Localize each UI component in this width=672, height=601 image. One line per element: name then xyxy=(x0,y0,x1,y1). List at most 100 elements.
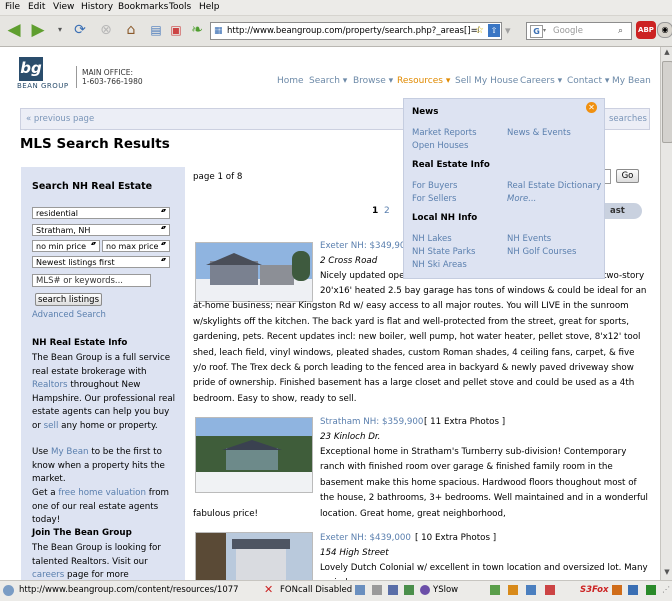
nh-lakes-link[interactable]: NH Lakes xyxy=(412,234,452,244)
stop-icon[interactable]: ⊗ xyxy=(96,20,116,40)
min-price-select[interactable]: no min price xyxy=(32,240,100,252)
url-dropdown-icon[interactable]: ▾ xyxy=(505,24,511,37)
nav-careers[interactable]: Careers ▾ xyxy=(520,76,562,86)
addon-7-icon[interactable] xyxy=(526,585,536,595)
s3fox-status[interactable]: S3Fox xyxy=(580,585,609,595)
saved-searches-link[interactable]: searches xyxy=(609,114,647,124)
addon-9-icon[interactable] xyxy=(612,585,622,595)
url-bar[interactable]: ▦ http://www.beangroup.com/property/sear… xyxy=(210,22,502,40)
last-page-button[interactable]: ast xyxy=(602,203,642,219)
yslow-icon[interactable] xyxy=(420,585,430,595)
addon-1-icon[interactable] xyxy=(355,585,365,595)
addon-10-icon[interactable] xyxy=(628,585,638,595)
for-buyers-link[interactable]: For Buyers xyxy=(412,181,457,191)
addon-8-icon[interactable] xyxy=(545,585,555,595)
town-select[interactable]: Stratham, NH xyxy=(32,224,170,236)
search-magnifier-icon[interactable]: ⌕ xyxy=(618,23,623,39)
listing-3-location-price[interactable]: Exeter NH: $439,000 xyxy=(320,533,411,543)
search-engine-box[interactable]: G ▾ Google ⌕ xyxy=(526,22,632,40)
listing-2-location-price[interactable]: Stratham NH: $359,900 xyxy=(320,417,423,427)
menu-tools[interactable]: Tools xyxy=(169,2,191,12)
go-arrow-icon[interactable]: ⇧ xyxy=(488,24,500,37)
real-estate-dictionary-link[interactable]: Real Estate Dictionary xyxy=(507,181,601,191)
page-2-link[interactable]: 2 xyxy=(384,206,390,216)
for-sellers-link[interactable]: For Sellers xyxy=(412,194,456,204)
google-icon[interactable]: G xyxy=(530,25,543,38)
menu-bookmarks[interactable]: Bookmarks xyxy=(118,2,168,12)
addon-3-icon[interactable] xyxy=(388,585,398,595)
nav-home[interactable]: Home xyxy=(277,76,304,86)
menu-view[interactable]: View xyxy=(53,2,74,12)
foncall-status[interactable]: FONcall Disabled xyxy=(280,585,352,595)
addon-5-icon[interactable] xyxy=(490,585,500,595)
advanced-search-link[interactable]: Advanced Search xyxy=(32,310,106,320)
close-icon[interactable]: ✕ xyxy=(586,102,597,113)
back-icon[interactable]: ◀ xyxy=(4,20,24,40)
search-engine-placeholder[interactable]: Google xyxy=(553,23,583,39)
addon-4-icon[interactable] xyxy=(404,585,414,595)
history-dropdown-icon[interactable]: ▾ xyxy=(50,20,70,40)
yslow-status[interactable]: YSlow xyxy=(433,585,458,595)
max-price-select[interactable]: no max price xyxy=(102,240,170,252)
adblock-icon[interactable]: ABP xyxy=(636,21,656,39)
nh-real-estate-info-title: NH Real Estate Info xyxy=(32,338,128,348)
scroll-up-icon[interactable]: ▲ xyxy=(662,48,672,58)
nav-browse[interactable]: Browse ▾ xyxy=(353,76,393,86)
listing-3-photo[interactable] xyxy=(195,532,313,580)
feed-icon[interactable]: ▣ xyxy=(166,20,186,40)
reload-icon[interactable]: ⟳ xyxy=(70,20,90,40)
listing-1-location-price[interactable]: Exeter NH: $349,900 xyxy=(320,241,411,251)
search-listings-button[interactable]: search listings xyxy=(35,293,102,306)
previous-page-link[interactable]: « previous page xyxy=(26,114,94,124)
sell-link[interactable]: sell xyxy=(44,421,59,431)
more-link[interactable]: More... xyxy=(507,194,536,204)
listing-3-address: 154 High Street xyxy=(320,548,389,558)
menu-file[interactable]: File xyxy=(5,2,20,12)
menu-help[interactable]: Help xyxy=(199,2,220,12)
nh-golf-courses-link[interactable]: NH Golf Courses xyxy=(507,247,576,257)
open-houses-link[interactable]: Open Houses xyxy=(412,141,468,151)
scrollbar-thumb[interactable] xyxy=(662,61,672,143)
nav-sell-my-house[interactable]: Sell My House xyxy=(455,76,518,86)
leaf-icon[interactable]: ❧ xyxy=(187,20,207,40)
home-valuation-link[interactable]: free home valuation xyxy=(58,488,146,498)
addon-6-icon[interactable] xyxy=(508,585,518,595)
header-divider xyxy=(76,66,77,88)
listing-2-photo[interactable] xyxy=(195,417,313,493)
market-reports-link[interactable]: Market Reports xyxy=(412,128,477,138)
sort-select[interactable]: Newest listings first xyxy=(32,256,170,268)
addon-2-icon[interactable] xyxy=(372,585,382,595)
menu-history[interactable]: History xyxy=(81,2,113,12)
nav-my-bean[interactable]: My Bean xyxy=(612,76,651,86)
bookmark-page-icon[interactable]: ▤ xyxy=(146,20,166,40)
home-icon[interactable]: ⌂ xyxy=(121,20,141,40)
listing-2-extra-photos[interactable]: [ 11 Extra Photos ] xyxy=(424,417,505,427)
nh-state-parks-link[interactable]: NH State Parks xyxy=(412,247,475,257)
listing-3-extra-photos[interactable]: [ 10 Extra Photos ] xyxy=(415,533,496,543)
nav-search[interactable]: Search ▾ xyxy=(309,76,347,86)
addon-11-icon[interactable] xyxy=(646,585,656,595)
careers-link[interactable]: careers xyxy=(32,570,64,580)
property-type-select[interactable]: residential xyxy=(32,207,170,219)
resize-grip-icon[interactable]: ⋰ xyxy=(662,585,670,594)
realtors-link[interactable]: Realtors xyxy=(32,380,68,390)
my-bean-link[interactable]: My Bean xyxy=(51,447,89,457)
url-text[interactable]: http://www.beangroup.com/property/search… xyxy=(227,23,479,39)
nav-contact[interactable]: Contact ▾ xyxy=(567,76,609,86)
browser-menubar: File Edit View History Bookmarks Tools H… xyxy=(0,0,672,16)
go-button[interactable]: Go xyxy=(616,169,639,183)
nav-resources[interactable]: Resources ▾ xyxy=(397,76,450,86)
nh-ski-areas-link[interactable]: NH Ski Areas xyxy=(412,260,467,270)
bookmark-star-icon[interactable]: ☆ xyxy=(475,23,484,39)
mls-keyword-input[interactable]: MLS# or keywords... xyxy=(32,274,151,287)
addon-icon[interactable]: ◉ xyxy=(657,22,672,38)
forward-icon[interactable]: ▶ xyxy=(28,20,48,40)
vertical-scrollbar[interactable]: ▲ ▼ xyxy=(660,47,672,580)
engine-dropdown-icon[interactable]: ▾ xyxy=(543,23,546,39)
news-events-link[interactable]: News & Events xyxy=(507,128,571,138)
scroll-down-icon[interactable]: ▼ xyxy=(662,568,672,578)
nh-events-link[interactable]: NH Events xyxy=(507,234,551,244)
menu-edit[interactable]: Edit xyxy=(28,2,45,12)
foncall-icon[interactable]: ✕ xyxy=(264,583,273,596)
bean-group-logo[interactable]: bg xyxy=(19,57,43,81)
